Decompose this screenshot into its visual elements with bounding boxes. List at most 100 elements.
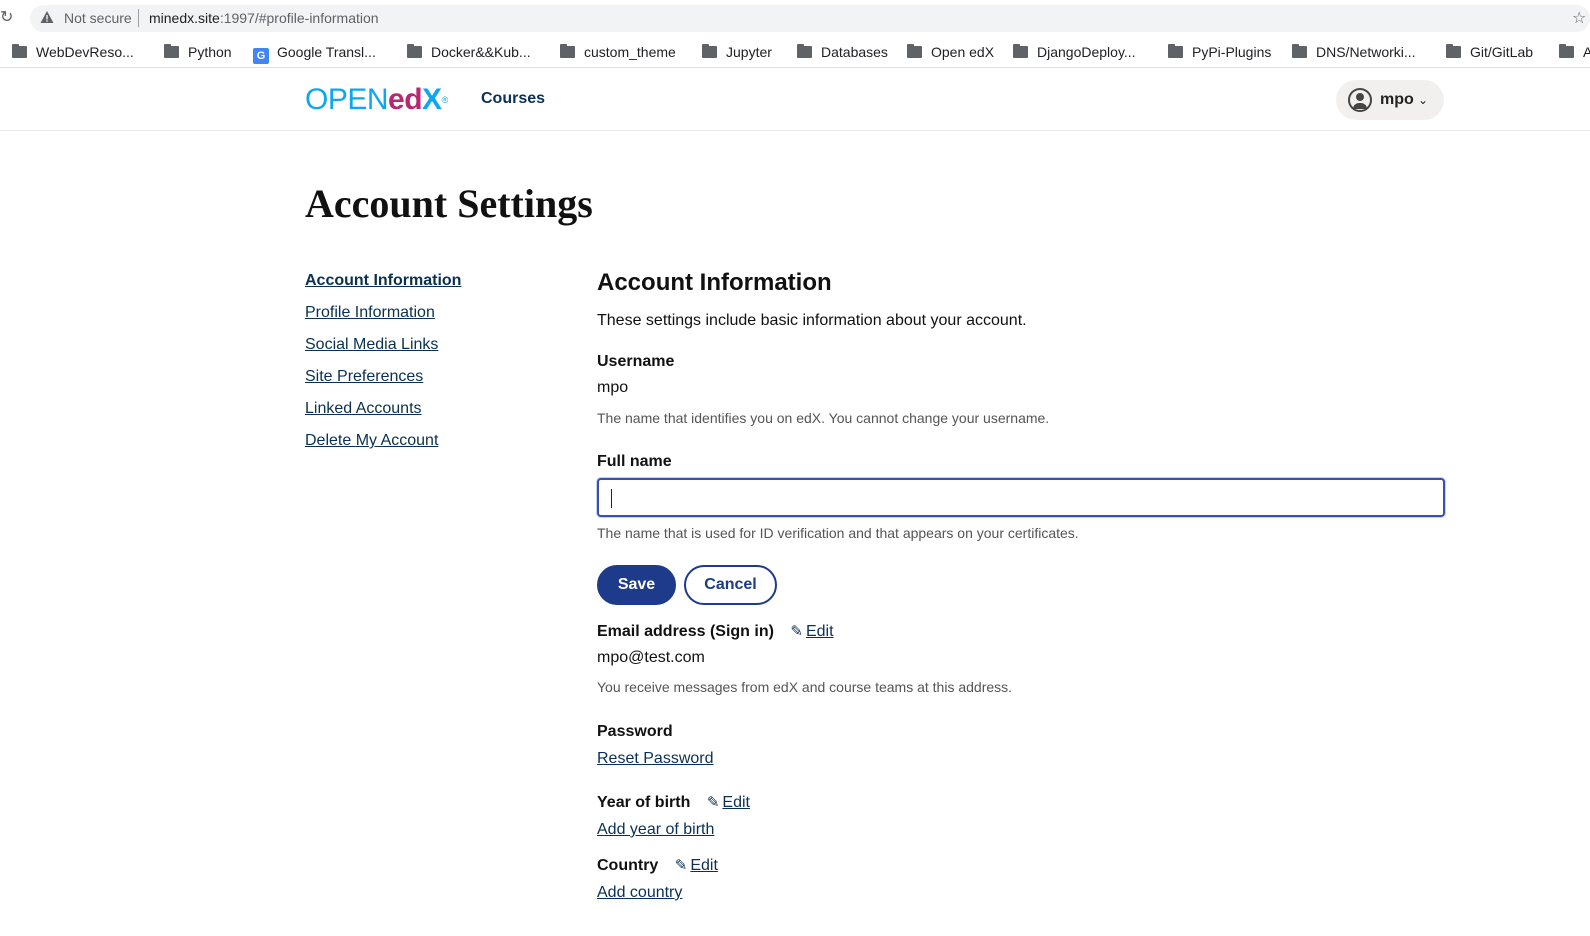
bookmark-label: Open edX bbox=[931, 44, 995, 60]
year-of-birth-edit-button[interactable]: ✎ Edit bbox=[707, 794, 750, 811]
bookmark-label: Google Transl... bbox=[277, 44, 376, 60]
warning-icon[interactable] bbox=[40, 10, 54, 24]
folder-icon bbox=[1168, 44, 1183, 58]
full-name-input[interactable] bbox=[597, 478, 1445, 517]
save-button[interactable]: Save bbox=[597, 565, 676, 605]
bookmark-item[interactable]: Databases bbox=[797, 42, 888, 62]
url-host: minedx.site bbox=[149, 10, 220, 26]
bookmark-label: Git/GitLab bbox=[1470, 44, 1534, 60]
bookmarks-bar: WebDevReso... Python G Google Transl... D… bbox=[0, 36, 1590, 68]
bookmark-item[interactable]: Docker&&Kub... bbox=[407, 42, 531, 62]
bookmark-item[interactable]: A bbox=[1559, 42, 1590, 62]
nav-social-media-links[interactable]: Social Media Links bbox=[305, 334, 545, 366]
url-path: :1997/#profile-information bbox=[219, 10, 379, 26]
security-label[interactable]: Not secure bbox=[64, 9, 132, 27]
bookmark-label: PyPi-Plugins bbox=[1192, 44, 1272, 60]
country-label: Country bbox=[597, 857, 659, 874]
nav-delete-my-account[interactable]: Delete My Account bbox=[305, 430, 545, 462]
folder-icon bbox=[407, 44, 422, 58]
user-menu-button[interactable]: mpo ⌄ bbox=[1336, 80, 1444, 120]
bookmark-item[interactable]: WebDevReso... bbox=[12, 42, 134, 62]
pencil-icon: ✎ bbox=[790, 623, 803, 640]
folder-icon bbox=[797, 44, 812, 58]
browser-address-bar: ↻ Not secure minedx.site:1997/#profile-i… bbox=[0, 0, 1590, 36]
email-field-row: Email address (Sign in) ✎ Edit bbox=[597, 622, 834, 642]
folder-icon bbox=[1446, 44, 1461, 58]
folder-icon bbox=[560, 44, 575, 58]
bookmark-item[interactable]: DjangoDeploy... bbox=[1013, 42, 1136, 62]
country-edit-label: Edit bbox=[690, 857, 718, 874]
bookmark-label: custom_theme bbox=[584, 44, 676, 60]
site-header: OPENedX® Courses mpo ⌄ bbox=[0, 69, 1590, 131]
bookmark-item[interactable]: Open edX bbox=[907, 42, 994, 62]
bookmark-label: Python bbox=[188, 44, 232, 60]
openedx-logo[interactable]: OPENedX® bbox=[305, 83, 448, 117]
country-field-row: Country ✎ Edit bbox=[597, 856, 718, 876]
year-of-birth-field-row: Year of birth ✎ Edit bbox=[597, 793, 750, 813]
username-label: Username bbox=[597, 353, 675, 370]
bookmark-item[interactable]: Python bbox=[164, 42, 232, 62]
username-value: mpo bbox=[597, 379, 629, 396]
chevron-down-icon: ⌄ bbox=[1418, 93, 1429, 107]
user-menu-username: mpo bbox=[1380, 91, 1414, 108]
page-title: Account Settings bbox=[305, 181, 593, 226]
section-description: These settings include basic information… bbox=[597, 312, 1027, 329]
nav-profile-information[interactable]: Profile Information bbox=[305, 302, 545, 334]
year-of-birth-edit-label: Edit bbox=[722, 794, 750, 811]
account-information-section: Account Information These settings inclu… bbox=[597, 268, 1445, 901]
folder-icon bbox=[702, 44, 717, 58]
bookmark-label: Jupyter bbox=[726, 44, 772, 60]
folder-icon bbox=[1292, 44, 1307, 58]
password-label: Password bbox=[597, 723, 673, 740]
folder-icon bbox=[164, 44, 179, 58]
nav-linked-accounts[interactable]: Linked Accounts bbox=[305, 398, 545, 430]
bookmark-star-icon[interactable]: ☆ bbox=[1572, 8, 1586, 28]
bookmark-label: WebDevReso... bbox=[36, 44, 134, 60]
bookmark-item[interactable]: Git/GitLab bbox=[1446, 42, 1533, 62]
bookmark-item[interactable]: DNS/Networki... bbox=[1292, 42, 1416, 62]
settings-nav: Account Information Profile Information … bbox=[305, 270, 545, 462]
trademark-icon: ® bbox=[441, 95, 449, 105]
username-help: The name that identifies you on edX. You… bbox=[597, 410, 1050, 426]
folder-icon bbox=[907, 44, 922, 58]
section-title: Account Information bbox=[597, 269, 832, 296]
email-help: You receive messages from edX and course… bbox=[597, 679, 1013, 695]
bookmark-label: Databases bbox=[821, 44, 888, 60]
pencil-icon: ✎ bbox=[706, 794, 720, 811]
full-name-label: Full name bbox=[597, 453, 672, 470]
text-caret bbox=[611, 489, 612, 508]
courses-link[interactable]: Courses bbox=[481, 89, 545, 109]
url-text[interactable]: minedx.site:1997/#profile-information bbox=[149, 9, 379, 27]
folder-icon bbox=[12, 44, 27, 58]
nav-site-preferences[interactable]: Site Preferences bbox=[305, 366, 545, 398]
bookmark-item[interactable]: PyPi-Plugins bbox=[1168, 42, 1271, 62]
email-edit-button[interactable]: ✎ Edit bbox=[790, 623, 833, 640]
year-of-birth-label: Year of birth bbox=[597, 794, 691, 811]
email-edit-label: Edit bbox=[805, 623, 834, 640]
bookmark-label: Docker&&Kub... bbox=[431, 44, 531, 60]
email-value: mpo@test.com bbox=[597, 649, 705, 666]
folder-icon bbox=[1013, 44, 1028, 58]
country-edit-button[interactable]: ✎ Edit bbox=[675, 857, 718, 874]
add-country-link[interactable]: Add country bbox=[597, 883, 682, 903]
email-label: Email address (Sign in) bbox=[597, 623, 774, 640]
address-separator bbox=[138, 9, 139, 27]
user-avatar-icon bbox=[1348, 88, 1372, 112]
bookmark-label: DjangoDeploy... bbox=[1037, 44, 1136, 60]
reset-password-link[interactable]: Reset Password bbox=[597, 749, 714, 769]
bookmark-label: DNS/Networki... bbox=[1316, 44, 1416, 60]
bookmark-label: A bbox=[1583, 44, 1590, 60]
logo-x-text: X bbox=[422, 83, 442, 116]
nav-account-information[interactable]: Account Information bbox=[305, 270, 545, 302]
cancel-button[interactable]: Cancel bbox=[684, 565, 777, 605]
bookmark-item[interactable]: G Google Transl... bbox=[253, 42, 376, 64]
bookmark-item[interactable]: Jupyter bbox=[702, 42, 772, 62]
pencil-icon: ✎ bbox=[674, 857, 688, 874]
folder-icon bbox=[1559, 44, 1574, 58]
logo-ed-text: ed bbox=[388, 83, 423, 116]
reload-icon[interactable]: ↻ bbox=[0, 9, 16, 27]
bookmark-item[interactable]: custom_theme bbox=[560, 42, 676, 62]
full-name-help: The name that is used for ID verificatio… bbox=[597, 525, 1079, 541]
google-translate-icon: G bbox=[253, 48, 269, 64]
add-year-of-birth-link[interactable]: Add year of birth bbox=[597, 820, 714, 840]
